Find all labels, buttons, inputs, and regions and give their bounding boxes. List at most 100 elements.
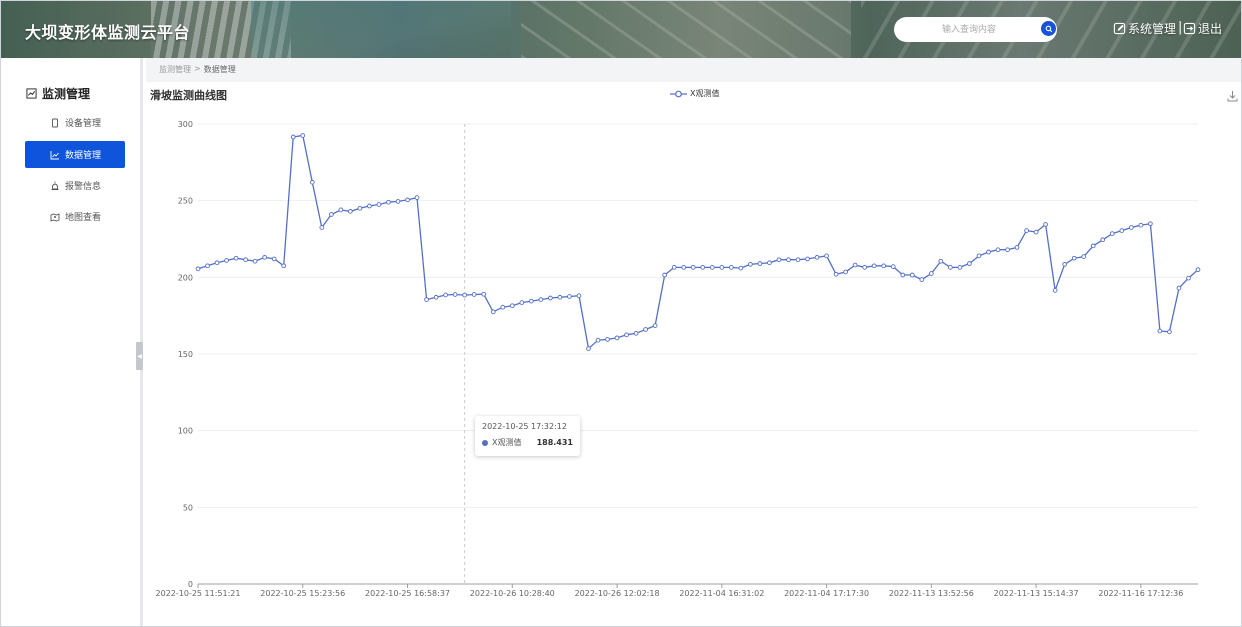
data-point [909, 272, 915, 278]
line-chart[interactable]: 0 50 100 150 200 250 300 2022-10-25 11:51:21 202… [146, 101, 1242, 611]
sidebar-heading[interactable]: 监测管理 [26, 85, 90, 102]
data-point [1033, 229, 1039, 235]
search-button[interactable] [1041, 21, 1056, 36]
x-tick-label: 2022-10-25 15:23:56 [260, 589, 345, 598]
x-tick-label: 2022-10-26 12:02:18 [575, 589, 660, 598]
data-point [833, 271, 839, 277]
sidebar-heading-label: 监测管理 [42, 87, 91, 101]
breadcrumb-parent[interactable]: 监测管理 [159, 64, 191, 75]
data-point [843, 269, 848, 275]
data-point [986, 249, 991, 255]
data-point [709, 265, 715, 270]
data-point [548, 295, 553, 301]
data-point [795, 257, 801, 263]
data-point [967, 261, 972, 266]
data-point [1005, 247, 1010, 253]
breadcrumb-current: 数据管理 [203, 65, 236, 74]
data-point [624, 332, 629, 338]
data-point [719, 265, 725, 270]
data-point [1148, 221, 1153, 227]
data-point [367, 203, 372, 209]
data-point [824, 253, 829, 259]
data-point [1119, 228, 1125, 233]
data-point [433, 294, 439, 300]
data-point [1071, 255, 1077, 261]
data-point [776, 257, 782, 263]
data-point [700, 265, 706, 270]
x-tick-label: 2022-10-26 10:28:40 [470, 589, 555, 598]
chevron-left-icon: ◀ [137, 352, 142, 360]
y-tick-label: 250 [178, 197, 193, 206]
data-point [386, 199, 391, 205]
data-point [852, 262, 858, 268]
data-point [671, 265, 677, 270]
data-point [652, 323, 658, 328]
data-point [233, 255, 239, 261]
data-point [471, 292, 477, 297]
data-point [271, 256, 277, 262]
data-point [1052, 288, 1058, 293]
sidebar-item-label: 报警信息 [65, 182, 102, 192]
sidebar-item-alarm-info[interactable]: 报警信息 [25, 172, 125, 199]
data-point [300, 133, 306, 138]
data-point [1081, 254, 1087, 259]
data-point [328, 212, 334, 217]
x-tick-label: 2022-10-25 16:58:37 [365, 589, 450, 598]
data-point [957, 265, 963, 270]
data-point [605, 337, 610, 342]
data-point [395, 199, 401, 204]
alarm-icon [51, 181, 59, 190]
data-point [928, 271, 934, 276]
data-point [586, 346, 591, 351]
data-point [481, 291, 487, 297]
data-point [976, 253, 982, 259]
data-point [567, 294, 572, 299]
data-point [757, 261, 763, 266]
logout-link[interactable]: 退出 [1183, 20, 1222, 37]
y-tick-label: 200 [178, 273, 193, 282]
x-tick-label: 2022-10-25 11:51:21 [156, 589, 241, 598]
chart-legend[interactable]: X观测值 [670, 88, 719, 99]
x-tick-label: 2022-11-13 13:52:56 [889, 589, 974, 598]
sidebar-item-map-view[interactable]: 地图查看 [25, 203, 125, 230]
logout-label: 退出 [1198, 22, 1223, 36]
x-tick-label: 2022-11-13 15:14:37 [994, 589, 1079, 598]
data-point [262, 255, 268, 260]
search-box[interactable] [894, 17, 1057, 42]
tooltip-value: 188.431 [536, 438, 573, 447]
sidebar-collapse-handle[interactable]: ◀ [136, 342, 143, 370]
y-tick-label: 50 [183, 503, 193, 512]
breadcrumb: 监测管理 > 数据管理 [159, 64, 236, 75]
data-point [500, 304, 506, 310]
sidebar-item-data-manage[interactable]: 数据管理 [25, 141, 125, 168]
data-point [681, 265, 687, 270]
legend-series-label: X观测值 [690, 89, 720, 98]
data-point [862, 265, 868, 270]
data-point [814, 255, 820, 260]
data-point [633, 330, 639, 336]
sidebar-item-label: 设备管理 [65, 119, 102, 129]
data-point [519, 300, 525, 305]
data-point [948, 265, 953, 270]
logout-icon [1183, 22, 1196, 35]
data-point [338, 207, 344, 213]
tooltip-series-dot [482, 439, 488, 446]
sidebar-item-device-manage[interactable]: 设备管理 [25, 109, 125, 136]
system-manage-link[interactable]: 系统管理 [1113, 20, 1176, 37]
sidebar-item-label: 数据管理 [65, 151, 102, 161]
y-tick-label: 100 [178, 427, 193, 436]
data-point [1109, 231, 1115, 236]
data-point [1062, 261, 1068, 267]
legend-line-marker-icon [670, 90, 687, 97]
search-input[interactable] [904, 20, 1034, 39]
data-point [509, 303, 515, 309]
data-point [195, 266, 201, 272]
data-point [786, 257, 791, 263]
sidebar: 监测管理 设备管理 数据管理 报警信息 地图查看 ◀ [1, 58, 143, 626]
data-point [748, 261, 753, 267]
data-point [900, 272, 906, 278]
tooltip-row: X观测值 188.431 [482, 437, 573, 448]
data-point [1176, 285, 1182, 291]
data-point [576, 293, 582, 299]
y-tick-label: 0 [188, 580, 193, 589]
